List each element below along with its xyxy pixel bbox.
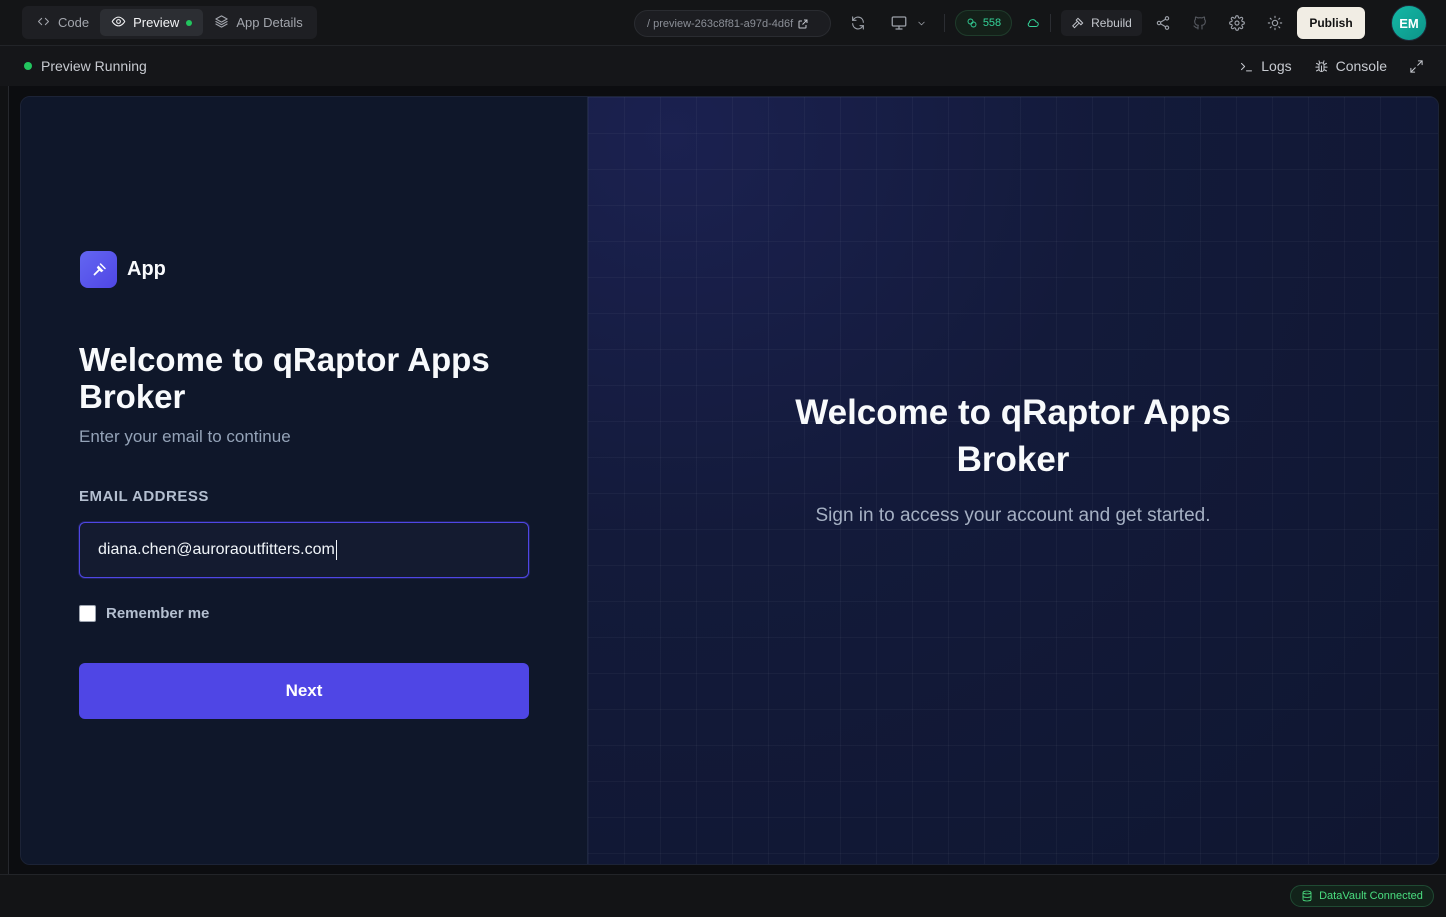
credits-badge[interactable]: 558: [955, 10, 1012, 36]
hero-title-line2: Broker: [956, 440, 1070, 479]
app-name: App: [127, 258, 166, 280]
cloud-icon[interactable]: [1025, 10, 1041, 36]
status-dot: [24, 62, 32, 70]
app-logo-icon: [80, 251, 117, 288]
tab-code-label: Code: [58, 15, 90, 30]
eye-icon: [111, 14, 126, 32]
monitor-icon: [890, 14, 908, 32]
login-panel: App Welcome to qRaptor Apps Broker Enter…: [21, 97, 588, 864]
logs-button[interactable]: Logs: [1239, 58, 1292, 74]
datavault-status[interactable]: DataVault Connected: [1290, 885, 1434, 907]
external-link-icon[interactable]: [797, 18, 809, 30]
terminal-icon: [1239, 59, 1254, 74]
status-label: Preview Running: [41, 58, 147, 74]
code-icon: [36, 14, 51, 32]
preview-live-dot: [186, 19, 193, 26]
device-selector[interactable]: [887, 10, 929, 36]
preview-url-pill[interactable]: / preview-263c8f81-a97d-4d6f: [634, 10, 831, 37]
hero-title-line1: Welcome to qRaptor Apps: [795, 393, 1231, 432]
gear-icon[interactable]: [1229, 10, 1245, 36]
login-subtitle: Enter your email to continue: [79, 427, 291, 446]
text-caret: [335, 540, 338, 560]
refresh-icon[interactable]: [849, 10, 867, 36]
rebuild-label: Rebuild: [1091, 16, 1132, 30]
app-logo: App: [80, 251, 166, 288]
hammer-icon: [1071, 16, 1085, 30]
view-tabs: Code Preview App Details: [22, 6, 317, 39]
datavault-label: DataVault Connected: [1319, 890, 1423, 902]
preview-status-bar: Preview Running Logs Console: [0, 46, 1446, 86]
chevron-down-icon: [916, 18, 927, 29]
preview-status: Preview Running: [24, 58, 147, 74]
tab-app-details[interactable]: App Details: [203, 9, 313, 36]
email-label: EMAIL ADDRESS: [79, 488, 209, 505]
tab-code[interactable]: Code: [25, 9, 100, 36]
logs-label: Logs: [1261, 58, 1292, 74]
tab-preview[interactable]: Preview: [100, 9, 204, 36]
preview-url: / preview-263c8f81-a97d-4d6f: [647, 17, 794, 30]
expand-icon[interactable]: [1409, 59, 1424, 74]
email-value: diana.chen@auroraoutfitters.com: [98, 541, 335, 558]
preview-frame: App Welcome to qRaptor Apps Broker Enter…: [20, 96, 1439, 865]
top-toolbar: Code Preview App Details / preview-263c8…: [0, 0, 1446, 46]
bottom-bar: DataVault Connected: [0, 874, 1446, 917]
coins-icon: [966, 17, 978, 29]
credits-count: 558: [982, 17, 1002, 29]
hero-subtitle: Sign in to access your account and get s…: [815, 505, 1211, 526]
email-field[interactable]: diana.chen@auroraoutfitters.com: [79, 522, 529, 578]
console-button[interactable]: Console: [1314, 58, 1387, 74]
divider: [1050, 14, 1051, 32]
console-label: Console: [1335, 58, 1387, 74]
login-title: Welcome to qRaptor Apps Broker: [79, 341, 490, 415]
hero-panel: Welcome to qRaptor Apps Broker Sign in t…: [588, 97, 1438, 864]
share-icon[interactable]: [1155, 10, 1171, 36]
remember-me[interactable]: Remember me: [79, 605, 209, 622]
next-button[interactable]: Next: [79, 663, 529, 719]
status-actions: Logs Console: [1239, 54, 1446, 78]
divider: [944, 14, 945, 32]
rebuild-button[interactable]: Rebuild: [1061, 10, 1142, 36]
database-icon: [1301, 890, 1313, 902]
hero-title: Welcome to qRaptor Apps Broker: [588, 389, 1438, 483]
github-icon[interactable]: [1192, 10, 1208, 36]
publish-button[interactable]: Publish: [1297, 7, 1365, 39]
bug-icon: [1314, 59, 1329, 74]
preview-area: App Welcome to qRaptor Apps Broker Enter…: [8, 86, 1446, 874]
remember-label: Remember me: [106, 605, 210, 622]
layers-icon: [214, 14, 229, 32]
remember-checkbox[interactable]: [79, 605, 96, 622]
sun-icon[interactable]: [1266, 10, 1284, 36]
tab-app-details-label: App Details: [236, 15, 303, 30]
avatar[interactable]: EM: [1391, 5, 1427, 41]
tab-preview-label: Preview: [133, 15, 180, 30]
